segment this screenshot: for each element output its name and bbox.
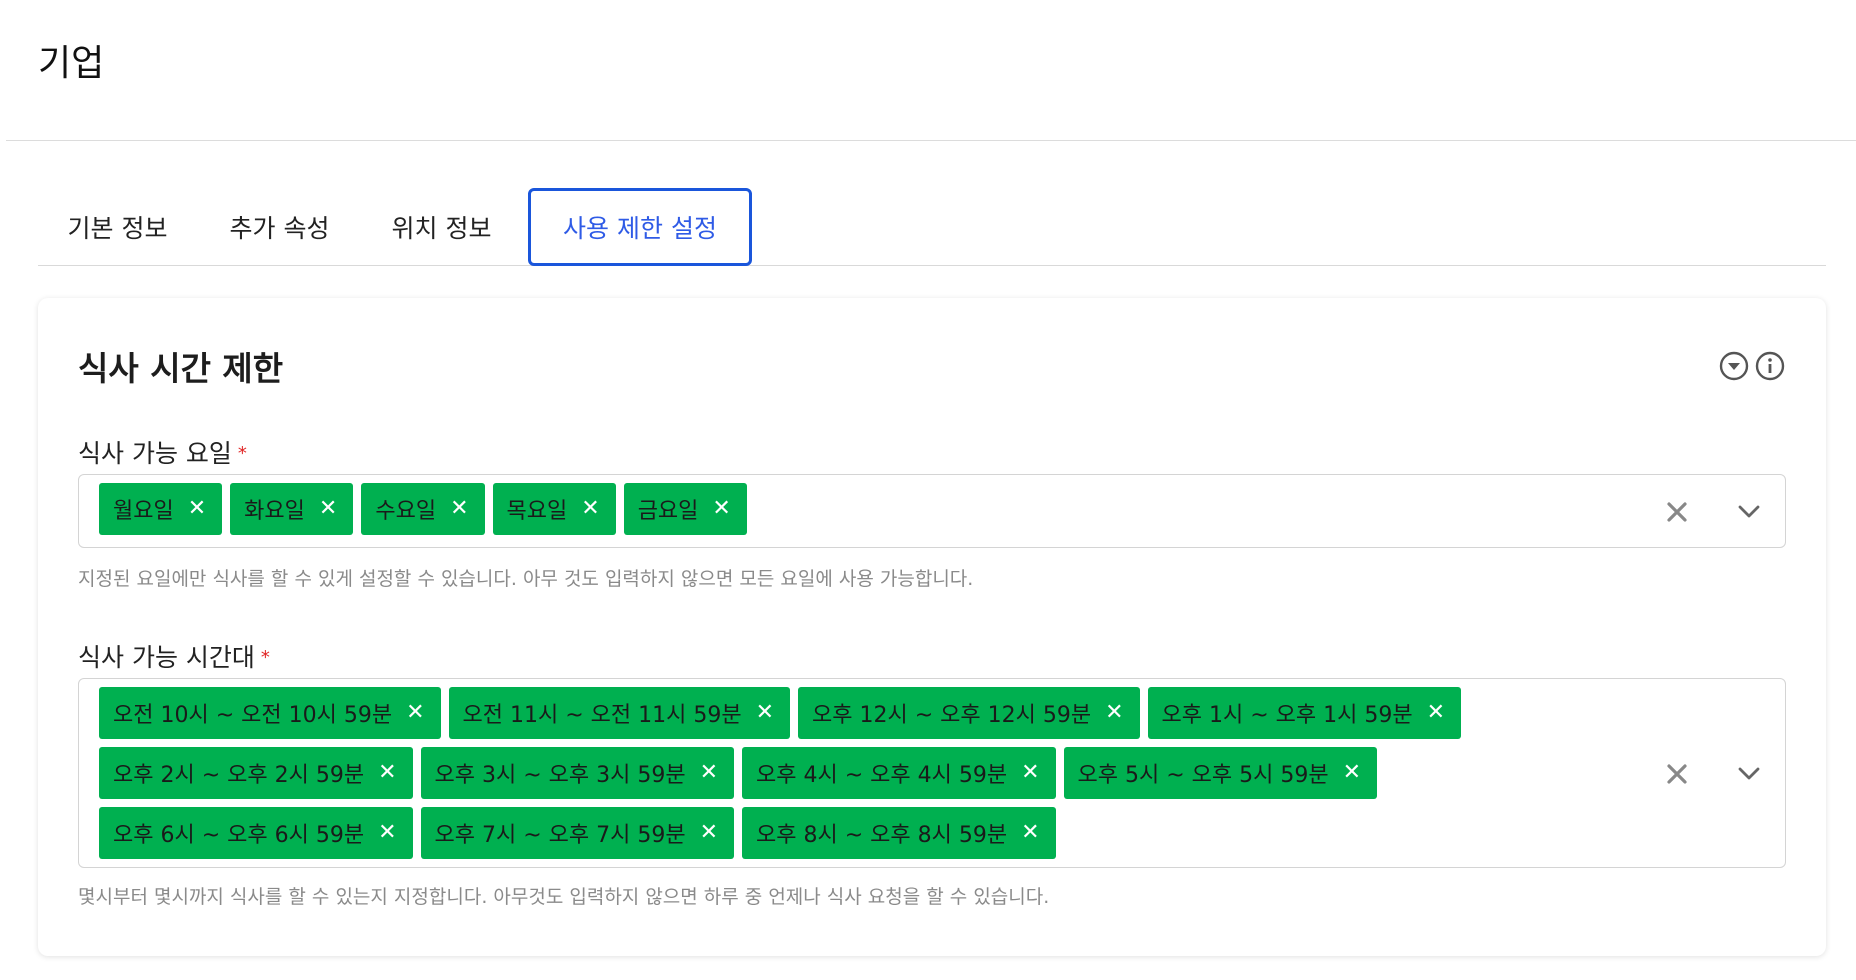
tag-chip: 화요일 ✕ (230, 483, 354, 535)
tag-label: 오후 8시 ~ 오후 8시 59분 (756, 823, 1008, 848)
remove-tag-icon[interactable]: ✕ (700, 762, 718, 784)
tag-label: 월요일 (113, 499, 174, 524)
tag-label: 오후 7시 ~ 오후 7시 59분 (434, 823, 686, 848)
required-mark: * (237, 443, 247, 464)
tag-chip: 오후 7시 ~ 오후 7시 59분 ✕ (420, 807, 735, 859)
clear-icon[interactable] (1657, 754, 1697, 794)
chevron-down-icon[interactable] (1729, 754, 1769, 794)
tag-label: 오후 5시 ~ 오후 5시 59분 (1077, 763, 1329, 788)
tab-basic-info[interactable]: 기본 정보 (60, 188, 175, 266)
page-title: 기업 (38, 43, 105, 84)
tag-label: 오전 11시 ~ 오전 11시 59분 (462, 703, 742, 728)
tab-location-info[interactable]: 위치 정보 (384, 188, 499, 266)
info-circle-icon[interactable] (1754, 350, 1786, 382)
tag-chip: 오전 11시 ~ 오전 11시 59분 ✕ (448, 687, 790, 739)
tag-chip: 오후 2시 ~ 오후 2시 59분 ✕ (99, 747, 413, 799)
tag-chip: 오전 10시 ~ 오전 10시 59분 ✕ (99, 687, 441, 739)
clear-icon[interactable] (1657, 492, 1697, 532)
tag-chip: 오후 4시 ~ 오후 4시 59분 ✕ (742, 747, 1056, 799)
page: 기업 기본 정보 추가 속성 위치 정보 사용 제한 설정 식사 시간 제한 식… (0, 0, 1856, 980)
days-help-text: 지정된 요일에만 식사를 할 수 있게 설정할 수 있습니다. 아무 것도 입력… (78, 568, 974, 590)
tab-usage-restrictions[interactable]: 사용 제한 설정 (528, 188, 752, 266)
tag-label: 오후 2시 ~ 오후 2시 59분 (113, 763, 365, 788)
tab-extra-attributes[interactable]: 추가 속성 (222, 188, 337, 266)
remove-tag-icon[interactable]: ✕ (756, 702, 774, 724)
tag-chip: 오후 8시 ~ 오후 8시 59분 ✕ (742, 807, 1056, 859)
tag-label: 오후 1시 ~ 오후 1시 59분 (1161, 703, 1413, 728)
tag-chip: 수요일 ✕ (361, 483, 485, 535)
tag-label: 수요일 (375, 499, 437, 524)
remove-tag-icon[interactable]: ✕ (378, 822, 396, 844)
remove-tag-icon[interactable]: ✕ (450, 498, 468, 520)
chevron-down-icon[interactable] (1729, 492, 1769, 532)
required-mark: * (260, 647, 270, 668)
remove-tag-icon[interactable]: ✕ (1343, 762, 1361, 784)
tag-chip: 오후 5시 ~ 오후 5시 59분 ✕ (1063, 747, 1378, 799)
remove-tag-icon[interactable]: ✕ (1021, 822, 1039, 844)
times-select[interactable]: 오전 10시 ~ 오전 10시 59분 ✕ 오전 11시 ~ 오전 11시 59분 ✕… (78, 678, 1786, 868)
tag-chip: 금요일 ✕ (623, 483, 747, 535)
meal-time-card: 식사 시간 제한 식사 가능 요일 * 월요일 ✕ 화요일 ✕ 수요일 ✕ 목요일 ✕ 금요일 ✕ … (38, 298, 1826, 956)
card-actions (1718, 350, 1786, 382)
remove-tag-icon[interactable]: ✕ (406, 702, 424, 724)
days-label: 식사 가능 요일 * (78, 439, 247, 468)
remove-tag-icon[interactable]: ✕ (1105, 702, 1123, 724)
tag-label: 오후 4시 ~ 오후 4시 59분 (756, 763, 1008, 788)
times-label: 식사 가능 시간대 * (78, 643, 270, 672)
tag-label: 오후 12시 ~ 오후 12시 59분 (812, 703, 1092, 728)
tag-label: 오후 6시 ~ 오후 6시 59분 (113, 823, 365, 848)
tag-label: 오후 3시 ~ 오후 3시 59분 (434, 763, 686, 788)
remove-tag-icon[interactable]: ✕ (581, 498, 599, 520)
collapse-circle-icon[interactable] (1718, 350, 1750, 382)
tag-chip: 오후 6시 ~ 오후 6시 59분 ✕ (99, 807, 413, 859)
days-select[interactable]: 월요일 ✕ 화요일 ✕ 수요일 ✕ 목요일 ✕ 금요일 ✕ (78, 474, 1786, 548)
remove-tag-icon[interactable]: ✕ (1021, 762, 1039, 784)
tag-label: 목요일 (506, 499, 568, 524)
tag-label: 오전 10시 ~ 오전 10시 59분 (113, 703, 393, 728)
tag-label: 화요일 (244, 499, 305, 524)
remove-tag-icon[interactable]: ✕ (188, 498, 206, 520)
remove-tag-icon[interactable]: ✕ (700, 822, 718, 844)
times-help-text: 몇시부터 몇시까지 식사를 할 수 있는지 지정합니다. 아무것도 입력하지 않… (78, 886, 1050, 908)
tag-chip: 오후 12시 ~ 오후 12시 59분 ✕ (798, 687, 1140, 739)
remove-tag-icon[interactable]: ✕ (319, 498, 337, 520)
tag-chip: 목요일 ✕ (492, 483, 616, 535)
remove-tag-icon[interactable]: ✕ (378, 762, 396, 784)
times-tag-list: 오전 10시 ~ 오전 10시 59분 ✕ 오전 11시 ~ 오전 11시 59분 ✕… (99, 687, 1569, 859)
days-tag-list: 월요일 ✕ 화요일 ✕ 수요일 ✕ 목요일 ✕ 금요일 ✕ (99, 483, 1569, 535)
tag-chip: 오후 3시 ~ 오후 3시 59분 ✕ (420, 747, 735, 799)
tag-chip: 월요일 ✕ (99, 483, 223, 535)
tab-bar: 기본 정보 추가 속성 위치 정보 사용 제한 설정 (38, 188, 1826, 266)
tag-label: 금요일 (637, 499, 699, 524)
remove-tag-icon[interactable]: ✕ (712, 498, 730, 520)
tag-chip: 오후 1시 ~ 오후 1시 59분 ✕ (1147, 687, 1462, 739)
card-title: 식사 시간 제한 (78, 349, 284, 388)
remove-tag-icon[interactable]: ✕ (1427, 702, 1445, 724)
header-divider (6, 140, 1856, 141)
